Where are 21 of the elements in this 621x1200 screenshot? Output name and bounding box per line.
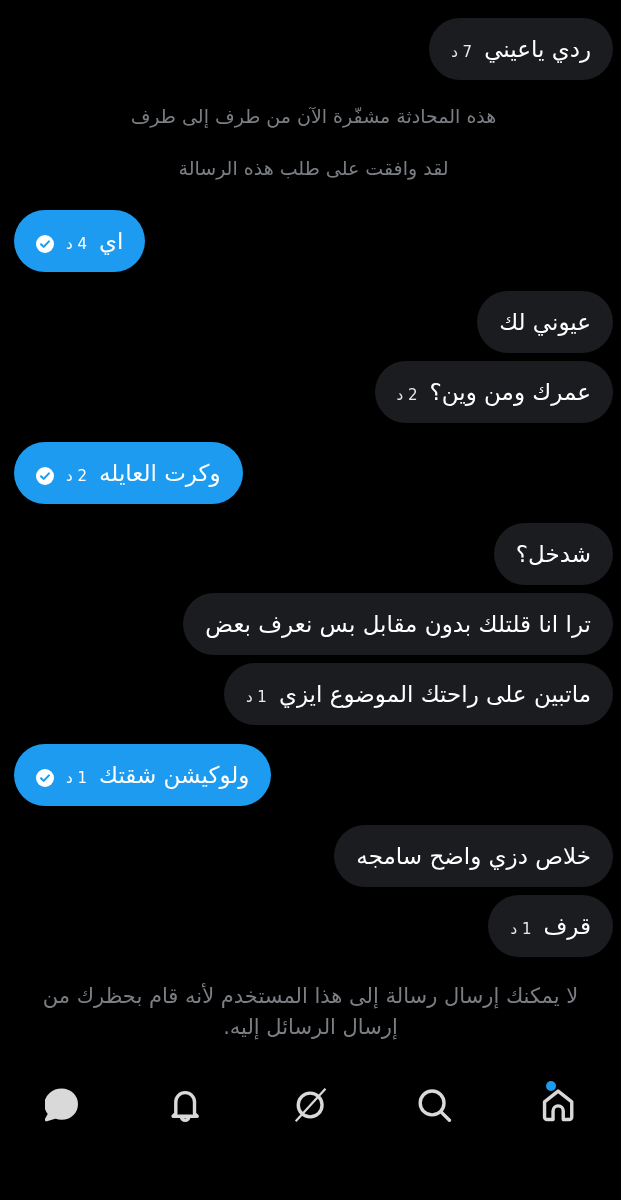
- system-notice: هذه المحادثة مشفّرة الآن من طرف إلى طرف: [130, 104, 497, 130]
- message-text: شدخل؟: [515, 540, 591, 569]
- message-time: 4 د: [66, 234, 87, 254]
- message-text: عمرك ومن وين؟: [429, 378, 591, 408]
- message-text: ماتبين على راحتك الموضوع ايزي: [278, 680, 591, 710]
- message-text: اي: [99, 227, 124, 257]
- message-text: قرف: [543, 912, 591, 942]
- message-time: 1 د: [510, 919, 532, 939]
- message-text: ترا انا قلتلك بدون مقابل بس نعرف بعض: [205, 610, 591, 640]
- message-text: خلاص دزي واضح سامجه: [356, 842, 591, 872]
- message-time: 7 د: [451, 42, 473, 62]
- message-time: 2 د: [66, 466, 87, 486]
- system-notice: لقد وافقت على طلب هذه الرسالة: [178, 156, 449, 182]
- message-text: ردي ياعيني: [484, 35, 591, 65]
- message-time: 1 د: [245, 687, 267, 707]
- message-time: 2 د: [396, 385, 418, 405]
- blocked-notice: لا يمكنك إرسال رسالة إلى هذا المستخدم لأنه قام بحظرك من إرسال الرسائل إليه.: [41, 982, 580, 1042]
- message-text: وكرت العايله: [99, 459, 221, 489]
- message-text: ولوكيشن شقتك: [99, 761, 250, 791]
- message-time: 1 د: [66, 768, 87, 788]
- message-text: عيوني لك: [499, 308, 591, 338]
